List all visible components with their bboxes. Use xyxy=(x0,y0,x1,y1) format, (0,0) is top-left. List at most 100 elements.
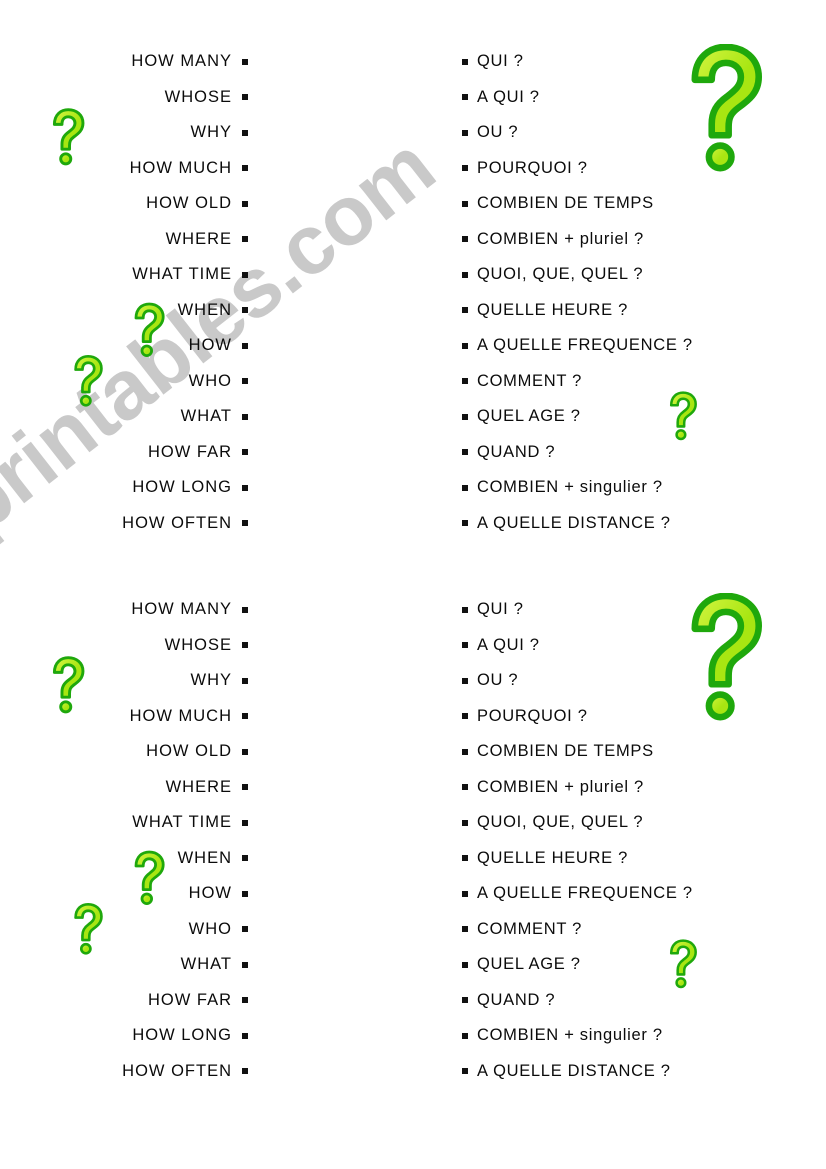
match-bullet-right[interactable] xyxy=(462,890,468,897)
match-bullet-left[interactable] xyxy=(242,484,248,491)
french-term-cell[interactable]: A QUI ? xyxy=(462,636,540,655)
match-bullet-left[interactable] xyxy=(242,378,248,385)
french-term-cell[interactable]: COMBIEN + pluriel ? xyxy=(462,778,644,797)
match-bullet-right[interactable] xyxy=(462,200,468,207)
english-term-cell[interactable]: HOW FAR xyxy=(0,991,248,1010)
french-term-cell[interactable]: QUI ? xyxy=(462,52,524,71)
french-term-cell[interactable]: QUELLE HEURE ? xyxy=(462,849,628,868)
match-bullet-right[interactable] xyxy=(462,926,468,933)
match-bullet-left[interactable] xyxy=(242,58,248,65)
match-bullet-right[interactable] xyxy=(462,342,468,349)
french-term-cell[interactable]: COMBIEN DE TEMPS xyxy=(462,742,654,761)
french-term-cell[interactable]: A QUELLE FREQUENCE ? xyxy=(462,884,693,903)
match-bullet-left[interactable] xyxy=(242,677,248,684)
match-bullet-right[interactable] xyxy=(462,165,468,172)
match-bullet-right[interactable] xyxy=(462,94,468,101)
english-term-cell[interactable]: WHEN xyxy=(0,849,248,868)
match-bullet-left[interactable] xyxy=(242,855,248,862)
match-bullet-right[interactable] xyxy=(462,449,468,456)
english-term-cell[interactable]: HOW LONG xyxy=(0,1026,248,1045)
match-bullet-right[interactable] xyxy=(462,606,468,613)
french-term-cell[interactable]: COMMENT ? xyxy=(462,372,582,391)
english-term-cell[interactable]: WHOSE xyxy=(0,636,248,655)
french-term-cell[interactable]: A QUELLE FREQUENCE ? xyxy=(462,336,693,355)
french-term-cell[interactable]: QUI ? xyxy=(462,600,524,619)
match-bullet-left[interactable] xyxy=(242,449,248,456)
match-bullet-left[interactable] xyxy=(242,997,248,1004)
match-bullet-left[interactable] xyxy=(242,94,248,101)
match-bullet-left[interactable] xyxy=(242,1032,248,1039)
match-bullet-left[interactable] xyxy=(242,236,248,243)
french-term-cell[interactable]: QUOI, QUE, QUEL ? xyxy=(462,813,643,832)
french-term-cell[interactable]: QUOI, QUE, QUEL ? xyxy=(462,265,643,284)
match-bullet-right[interactable] xyxy=(462,642,468,649)
french-term-cell[interactable]: OU ? xyxy=(462,123,518,142)
match-bullet-left[interactable] xyxy=(242,748,248,755)
french-term-cell[interactable]: QUELLE HEURE ? xyxy=(462,301,628,320)
match-bullet-left[interactable] xyxy=(242,200,248,207)
match-bullet-right[interactable] xyxy=(462,997,468,1004)
match-bullet-left[interactable] xyxy=(242,819,248,826)
french-term-cell[interactable]: POURQUOI ? xyxy=(462,159,588,178)
match-bullet-left[interactable] xyxy=(242,520,248,527)
match-bullet-right[interactable] xyxy=(462,748,468,755)
french-term-cell[interactable]: COMBIEN + singulier ? xyxy=(462,1026,663,1045)
french-term-cell[interactable]: COMMENT ? xyxy=(462,920,582,939)
match-bullet-right[interactable] xyxy=(462,236,468,243)
match-bullet-left[interactable] xyxy=(242,271,248,278)
match-bullet-left[interactable] xyxy=(242,606,248,613)
match-bullet-left[interactable] xyxy=(242,129,248,136)
match-bullet-right[interactable] xyxy=(462,1032,468,1039)
match-bullet-left[interactable] xyxy=(242,307,248,314)
match-bullet-right[interactable] xyxy=(462,484,468,491)
english-term-cell[interactable]: HOW OFTEN xyxy=(0,1062,248,1081)
english-term-cell[interactable]: WHOSE xyxy=(0,88,248,107)
match-bullet-right[interactable] xyxy=(462,677,468,684)
english-term-cell[interactable]: HOW MANY xyxy=(0,52,248,71)
match-bullet-right[interactable] xyxy=(462,129,468,136)
english-term-cell[interactable]: HOW xyxy=(0,336,248,355)
english-term-cell[interactable]: WHAT xyxy=(0,955,248,974)
english-term-cell[interactable]: WHAT xyxy=(0,407,248,426)
english-term-cell[interactable]: WHEN xyxy=(0,301,248,320)
french-term-cell[interactable]: A QUI ? xyxy=(462,88,540,107)
english-term-cell[interactable]: WHO xyxy=(0,372,248,391)
match-bullet-left[interactable] xyxy=(242,413,248,420)
english-term-cell[interactable]: HOW LONG xyxy=(0,478,248,497)
match-bullet-right[interactable] xyxy=(462,855,468,862)
match-bullet-left[interactable] xyxy=(242,784,248,791)
match-bullet-right[interactable] xyxy=(462,413,468,420)
english-term-cell[interactable]: WHY xyxy=(0,671,248,690)
match-bullet-right[interactable] xyxy=(462,271,468,278)
english-term-cell[interactable]: HOW OLD xyxy=(0,194,248,213)
match-bullet-right[interactable] xyxy=(462,1068,468,1075)
match-bullet-left[interactable] xyxy=(242,713,248,720)
english-term-cell[interactable]: WHAT TIME xyxy=(0,265,248,284)
english-term-cell[interactable]: WHAT TIME xyxy=(0,813,248,832)
match-bullet-left[interactable] xyxy=(242,342,248,349)
match-bullet-right[interactable] xyxy=(462,307,468,314)
match-bullet-left[interactable] xyxy=(242,961,248,968)
match-bullet-left[interactable] xyxy=(242,642,248,649)
english-term-cell[interactable]: HOW MUCH xyxy=(0,159,248,178)
french-term-cell[interactable]: POURQUOI ? xyxy=(462,707,588,726)
english-term-cell[interactable]: WHO xyxy=(0,920,248,939)
match-bullet-right[interactable] xyxy=(462,378,468,385)
french-term-cell[interactable]: COMBIEN + pluriel ? xyxy=(462,230,644,249)
english-term-cell[interactable]: HOW OFTEN xyxy=(0,514,248,533)
french-term-cell[interactable]: A QUELLE DISTANCE ? xyxy=(462,1062,671,1081)
match-bullet-right[interactable] xyxy=(462,961,468,968)
match-bullet-left[interactable] xyxy=(242,890,248,897)
french-term-cell[interactable]: COMBIEN + singulier ? xyxy=(462,478,663,497)
match-bullet-right[interactable] xyxy=(462,713,468,720)
english-term-cell[interactable]: HOW MANY xyxy=(0,600,248,619)
french-term-cell[interactable]: A QUELLE DISTANCE ? xyxy=(462,514,671,533)
match-bullet-left[interactable] xyxy=(242,926,248,933)
match-bullet-left[interactable] xyxy=(242,1068,248,1075)
french-term-cell[interactable]: QUEL AGE ? xyxy=(462,955,581,974)
match-bullet-right[interactable] xyxy=(462,784,468,791)
match-bullet-right[interactable] xyxy=(462,520,468,527)
english-term-cell[interactable]: HOW xyxy=(0,884,248,903)
english-term-cell[interactable]: HOW OLD xyxy=(0,742,248,761)
english-term-cell[interactable]: HOW FAR xyxy=(0,443,248,462)
